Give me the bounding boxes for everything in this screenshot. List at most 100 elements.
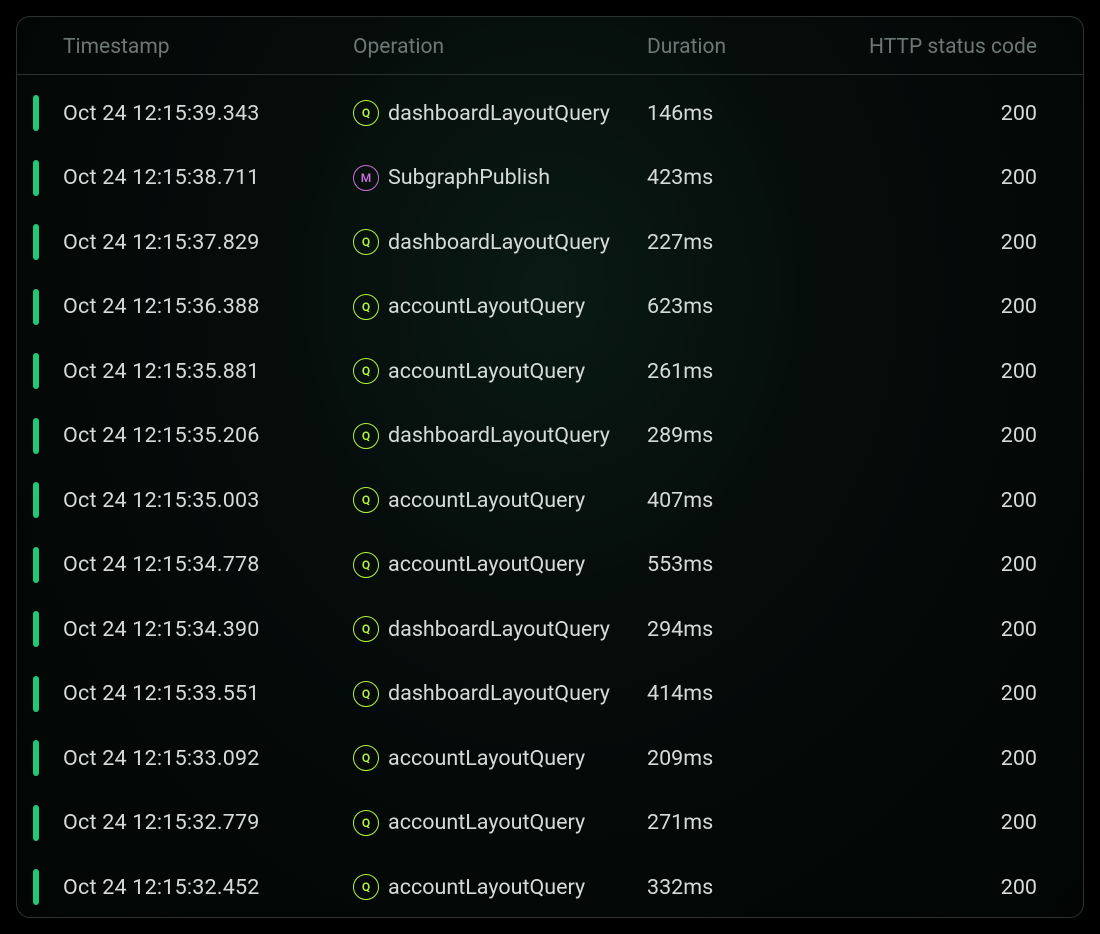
- cell-operation: QaccountLayoutQuery: [353, 487, 647, 513]
- query-icon: Q: [353, 100, 379, 126]
- cell-timestamp: Oct 24 12:15:33.551: [63, 681, 353, 706]
- operation-name: accountLayoutQuery: [388, 552, 585, 577]
- operation-name: accountLayoutQuery: [388, 294, 585, 319]
- cell-timestamp: Oct 24 12:15:36.388: [63, 294, 353, 319]
- cell-operation: QaccountLayoutQuery: [353, 874, 647, 900]
- status-indicator: [33, 95, 39, 131]
- operation-name: dashboardLayoutQuery: [388, 423, 610, 448]
- query-icon: Q: [353, 616, 379, 642]
- cell-status: 200: [807, 423, 1037, 448]
- cell-duration: 271ms: [647, 810, 807, 835]
- header-duration[interactable]: Duration: [647, 35, 807, 59]
- table-row[interactable]: Oct 24 12:15:35.206QdashboardLayoutQuery…: [17, 404, 1083, 469]
- cell-duration: 553ms: [647, 552, 807, 577]
- cell-operation: QaccountLayoutQuery: [353, 552, 647, 578]
- cell-operation: QdashboardLayoutQuery: [353, 681, 647, 707]
- header-status[interactable]: HTTP status code: [807, 35, 1037, 59]
- query-icon: Q: [353, 487, 379, 513]
- cell-duration: 623ms: [647, 294, 807, 319]
- status-indicator: [33, 611, 39, 647]
- cell-duration: 407ms: [647, 488, 807, 513]
- status-indicator: [33, 547, 39, 583]
- table-row[interactable]: Oct 24 12:15:32.452QaccountLayoutQuery33…: [17, 855, 1083, 918]
- table-row[interactable]: Oct 24 12:15:36.388QaccountLayoutQuery62…: [17, 275, 1083, 340]
- cell-status: 200: [807, 810, 1037, 835]
- table-row[interactable]: Oct 24 12:15:35.003QaccountLayoutQuery40…: [17, 468, 1083, 533]
- cell-status: 200: [807, 875, 1037, 900]
- cell-operation: QaccountLayoutQuery: [353, 745, 647, 771]
- table-row[interactable]: Oct 24 12:15:33.092QaccountLayoutQuery20…: [17, 726, 1083, 791]
- status-indicator: [33, 353, 39, 389]
- cell-duration: 414ms: [647, 681, 807, 706]
- cell-timestamp: Oct 24 12:15:32.452: [63, 875, 353, 900]
- cell-operation: QaccountLayoutQuery: [353, 294, 647, 320]
- status-indicator: [33, 869, 39, 905]
- cell-operation: QaccountLayoutQuery: [353, 810, 647, 836]
- header-operation[interactable]: Operation: [353, 35, 647, 59]
- cell-operation: QdashboardLayoutQuery: [353, 616, 647, 642]
- cell-timestamp: Oct 24 12:15:37.829: [63, 230, 353, 255]
- cell-duration: 423ms: [647, 165, 807, 190]
- cell-duration: 146ms: [647, 101, 807, 126]
- operation-name: accountLayoutQuery: [388, 359, 585, 384]
- cell-timestamp: Oct 24 12:15:35.206: [63, 423, 353, 448]
- mutation-icon: M: [353, 165, 379, 191]
- cell-status: 200: [807, 359, 1037, 384]
- operation-name: accountLayoutQuery: [388, 488, 585, 513]
- table-row[interactable]: Oct 24 12:15:38.711M SubgraphPublish 423ms…: [17, 146, 1083, 211]
- cell-operation: M SubgraphPublish: [353, 165, 647, 191]
- status-indicator: [33, 805, 39, 841]
- query-icon: Q: [353, 745, 379, 771]
- operation-name: dashboardLayoutQuery: [388, 617, 610, 642]
- cell-duration: 289ms: [647, 423, 807, 448]
- status-indicator: [33, 289, 39, 325]
- cell-status: 200: [807, 552, 1037, 577]
- status-indicator: [33, 676, 39, 712]
- cell-operation: QaccountLayoutQuery: [353, 358, 647, 384]
- cell-timestamp: Oct 24 12:15:34.390: [63, 617, 353, 642]
- status-indicator: [33, 482, 39, 518]
- query-icon: Q: [353, 294, 379, 320]
- query-icon: Q: [353, 874, 379, 900]
- query-icon: Q: [353, 229, 379, 255]
- query-icon: Q: [353, 810, 379, 836]
- cell-duration: 209ms: [647, 746, 807, 771]
- operation-name: dashboardLayoutQuery: [388, 681, 610, 706]
- status-indicator: [33, 160, 39, 196]
- status-indicator: [33, 224, 39, 260]
- cell-timestamp: Oct 24 12:15:39.343: [63, 101, 353, 126]
- operation-name: dashboardLayoutQuery: [388, 230, 610, 255]
- table-row[interactable]: Oct 24 12:15:34.778QaccountLayoutQuery55…: [17, 533, 1083, 598]
- table-row[interactable]: Oct 24 12:15:39.343QdashboardLayoutQuery…: [17, 81, 1083, 146]
- operation-name: accountLayoutQuery: [388, 746, 585, 771]
- status-indicator: [33, 418, 39, 454]
- operation-name: SubgraphPublish: [388, 165, 550, 190]
- cell-duration: 227ms: [647, 230, 807, 255]
- query-icon: Q: [353, 552, 379, 578]
- cell-status: 200: [807, 681, 1037, 706]
- cell-status: 200: [807, 488, 1037, 513]
- query-icon: Q: [353, 358, 379, 384]
- cell-status: 200: [807, 294, 1037, 319]
- cell-duration: 261ms: [647, 359, 807, 384]
- cell-status: 200: [807, 165, 1037, 190]
- table-row[interactable]: Oct 24 12:15:32.779QaccountLayoutQuery27…: [17, 791, 1083, 856]
- cell-duration: 332ms: [647, 875, 807, 900]
- table-header: Timestamp Operation Duration HTTP status…: [17, 17, 1083, 75]
- cell-status: 200: [807, 746, 1037, 771]
- status-indicator: [33, 740, 39, 776]
- table-row[interactable]: Oct 24 12:15:37.829QdashboardLayoutQuery…: [17, 210, 1083, 275]
- cell-status: 200: [807, 230, 1037, 255]
- table-row[interactable]: Oct 24 12:15:33.551QdashboardLayoutQuery…: [17, 662, 1083, 727]
- table-row[interactable]: Oct 24 12:15:34.390QdashboardLayoutQuery…: [17, 597, 1083, 662]
- operation-name: accountLayoutQuery: [388, 810, 585, 835]
- query-icon: Q: [353, 681, 379, 707]
- cell-timestamp: Oct 24 12:15:32.779: [63, 810, 353, 835]
- header-timestamp[interactable]: Timestamp: [63, 35, 353, 59]
- table-row[interactable]: Oct 24 12:15:35.881QaccountLayoutQuery26…: [17, 339, 1083, 404]
- cell-timestamp: Oct 24 12:15:34.778: [63, 552, 353, 577]
- cell-timestamp: Oct 24 12:15:35.003: [63, 488, 353, 513]
- cell-status: 200: [807, 617, 1037, 642]
- cell-status: 200: [807, 101, 1037, 126]
- cell-timestamp: Oct 24 12:15:38.711: [63, 165, 353, 190]
